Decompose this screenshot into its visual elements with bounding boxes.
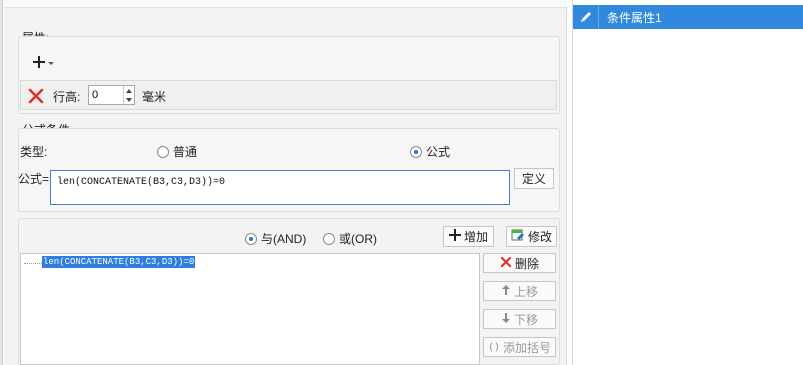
- left-edge-strip: [0, 0, 3, 365]
- close-icon: [27, 88, 45, 108]
- radio-button-icon: [323, 232, 335, 245]
- delete-icon: [500, 256, 512, 271]
- unit-label: 毫米: [142, 90, 167, 104]
- modify-condition-button[interactable]: 修改: [506, 226, 557, 247]
- modify-condition-label: 修改: [527, 230, 552, 244]
- logic-radio-and[interactable]: 与(AND): [245, 230, 306, 247]
- logic-and-label: 与(AND): [261, 232, 307, 246]
- add-condition-label: 增加: [463, 230, 488, 244]
- condition-attribute-dialog: 属性: 行高: 毫米 公式条件 类型: 普通 公式: [4, 0, 567, 365]
- type-label: 类型:: [20, 145, 48, 159]
- condition-list[interactable]: len(CONCATENATE(B3,C3,D3))=0: [20, 253, 480, 365]
- type-radio-formula[interactable]: 公式: [410, 143, 450, 160]
- type-option-formula-label: 公式: [426, 145, 451, 159]
- add-attribute-dropdown-button[interactable]: [32, 53, 60, 71]
- edit-table-icon: [511, 228, 525, 245]
- spinner-up-button[interactable]: [124, 86, 134, 95]
- row-height-panel: 行高: 毫米: [20, 80, 557, 110]
- parentheses-icon: (): [487, 341, 501, 353]
- radio-button-selected-icon: [410, 145, 422, 158]
- radio-button-icon: [157, 145, 169, 158]
- logic-or-label: 或(OR): [339, 232, 377, 246]
- condition-attribute-item-label: 条件属性1: [607, 10, 662, 25]
- condition-attribute-list-panel: 条件属性1: [572, 0, 803, 365]
- delete-condition-label: 删除: [514, 256, 539, 271]
- formula-input[interactable]: len(CONCATENATE(B3,C3,D3))=0: [50, 170, 510, 205]
- plus-icon: [448, 229, 461, 244]
- formula-label: 公式=: [18, 172, 50, 186]
- move-up-label: 上移: [513, 284, 538, 299]
- add-bracket-label: 添加括号: [503, 340, 552, 355]
- logic-radio-or[interactable]: 或(OR): [323, 230, 377, 247]
- condition-attribute-item[interactable]: 条件属性1: [573, 5, 803, 29]
- caret-up-icon: [126, 88, 132, 93]
- row-height-label: 行高:: [53, 90, 81, 104]
- type-radio-normal[interactable]: 普通: [157, 143, 197, 160]
- caret-down-icon: [126, 97, 132, 102]
- add-bracket-button[interactable]: () 添加括号: [483, 337, 556, 357]
- arrow-up-icon: [501, 284, 511, 299]
- arrow-down-icon: [501, 312, 511, 327]
- move-down-label: 下移: [513, 312, 538, 327]
- pencil-icon: [573, 5, 599, 29]
- type-option-normal-label: 普通: [173, 145, 198, 159]
- spinner-down-button[interactable]: [124, 95, 134, 104]
- add-condition-button[interactable]: 增加: [443, 226, 494, 247]
- row-height-input[interactable]: [89, 86, 123, 104]
- row-height-spinner[interactable]: [88, 85, 135, 105]
- chevron-down-icon: [48, 61, 54, 65]
- move-up-button[interactable]: 上移: [483, 281, 556, 301]
- condition-list-item[interactable]: len(CONCATENATE(B3,C3,D3))=0: [42, 256, 196, 268]
- move-down-button[interactable]: 下移: [483, 309, 556, 329]
- define-button[interactable]: 定义: [514, 168, 554, 189]
- dialog-top-bar: [4, 0, 567, 8]
- tree-connector-line: [24, 263, 42, 264]
- remove-attribute-button[interactable]: [27, 87, 45, 105]
- delete-condition-button[interactable]: 删除: [483, 253, 556, 273]
- radio-button-selected-icon: [245, 232, 257, 245]
- plus-icon: [32, 55, 46, 69]
